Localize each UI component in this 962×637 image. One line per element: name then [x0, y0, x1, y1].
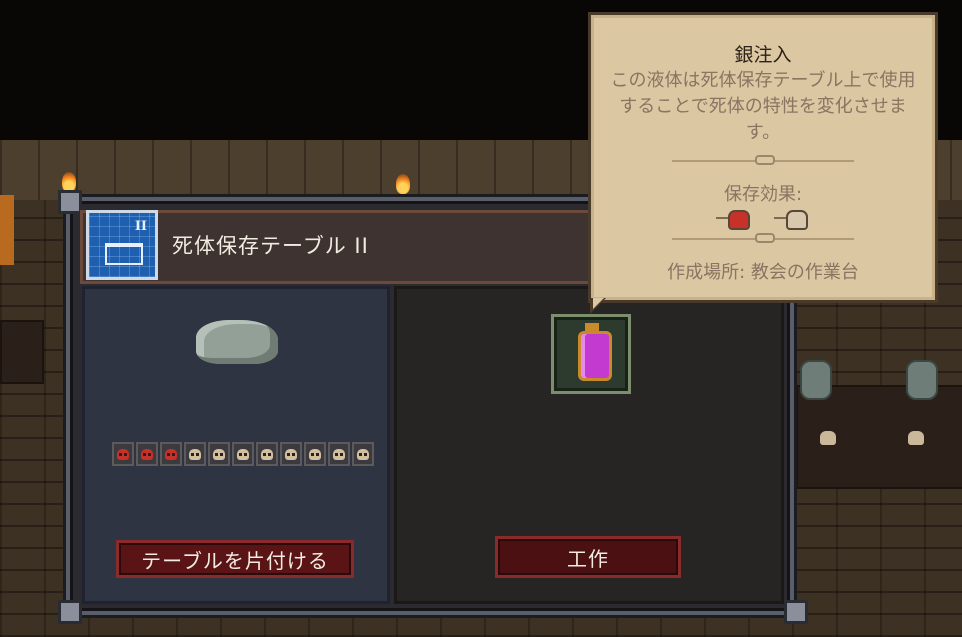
preservation-skull-slot [136, 442, 158, 466]
red-skull-icon [165, 448, 177, 460]
preservation-skull-slot [256, 442, 278, 466]
tool-rack [0, 320, 44, 384]
divider-ornament [755, 233, 775, 243]
white-skull-icon [285, 448, 297, 460]
blueprint-numeral: II [134, 219, 147, 234]
white-skull-icon [261, 448, 273, 460]
tooltip-title: 銀注入 [734, 44, 792, 66]
blueprint-icon: II [86, 210, 158, 280]
skull-decor-icon [908, 431, 924, 445]
preservation-effect-label: 保存効果: [723, 184, 803, 205]
white-skull-icon [333, 448, 345, 460]
white-skull-icon [786, 210, 808, 230]
panel-corner [784, 600, 808, 624]
preservation-skull-slot [280, 442, 302, 466]
white-skull-icon [309, 448, 321, 460]
workstation-title: 死体保存テーブル II [172, 234, 369, 258]
tooltip-tail-fill [593, 298, 604, 309]
preservation-skull-slot [328, 442, 350, 466]
effect-arrow [774, 217, 786, 219]
effect-arrow [716, 217, 728, 219]
corpse-icon[interactable] [196, 320, 278, 364]
white-skull-icon [213, 448, 225, 460]
preservation-skull-slot [112, 442, 134, 466]
preservation-skull-slot [232, 442, 254, 466]
silver-injection-vial-icon [578, 331, 612, 381]
ingredient-slot[interactable] [551, 314, 631, 394]
wall-banner [0, 195, 14, 265]
jar-icon [800, 360, 832, 400]
table-sketch-icon [105, 243, 143, 265]
preservation-skull-slot [304, 442, 326, 466]
red-skull-icon [141, 448, 153, 460]
crafted-at-label: 作成場所: 教会の作業台 [667, 262, 859, 283]
white-skull-icon [237, 448, 249, 460]
torch-flame-icon [62, 172, 76, 192]
preservation-meter [112, 442, 376, 468]
preservation-skull-slot [352, 442, 374, 466]
red-skull-icon [117, 448, 129, 460]
clear-table-button[interactable]: テーブルを片付ける [116, 540, 354, 578]
panel-corner [58, 190, 82, 214]
tooltip-description: この液体は死体保存テーブル上で使用することで死体の特性を変化させます。 [610, 70, 916, 143]
panel-corner [58, 600, 82, 624]
skull-decor-icon [820, 431, 836, 445]
white-skull-icon [357, 448, 369, 460]
craft-button[interactable]: 工作 [495, 536, 681, 578]
red-skull-icon [728, 210, 750, 230]
preservation-skull-slot [208, 442, 230, 466]
white-skull-icon [189, 448, 201, 460]
preservation-skull-slot [184, 442, 206, 466]
skull-shelf [796, 385, 962, 489]
divider-ornament [755, 155, 775, 165]
preservation-skull-slot [160, 442, 182, 466]
jar-icon [906, 360, 938, 400]
torch-flame-icon [396, 174, 410, 194]
